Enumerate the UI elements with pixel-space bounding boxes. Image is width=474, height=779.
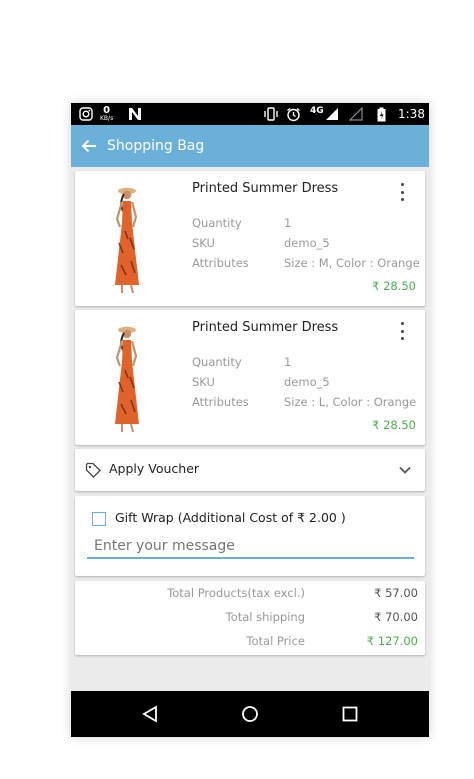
quantity-value: 1 [284, 216, 292, 230]
gift-message-input[interactable] [87, 535, 414, 559]
quantity-value: 1 [284, 355, 292, 369]
total-products-row: Total Products(tax excl.) ₹ 57.00 [75, 586, 425, 604]
instagram-icon [79, 103, 93, 125]
total-products-label: Total Products(tax excl.) [167, 586, 305, 600]
cart-item: Printed Summer Dress Quantity 1 SKU demo… [75, 310, 425, 445]
total-products-value: ₹ 57.00 [374, 586, 418, 600]
product-name[interactable]: Printed Summer Dress [192, 320, 338, 335]
vibrate-icon [263, 103, 279, 125]
tag-icon [85, 462, 101, 478]
nav-back-icon[interactable] [141, 705, 159, 723]
n-notification-icon [127, 103, 143, 125]
total-price-row: Total Price ₹ 127.00 [75, 634, 425, 652]
nav-recents-icon[interactable] [341, 705, 359, 723]
cart-item: Printed Summer Dress Quantity 1 SKU demo… [75, 171, 425, 306]
app-bar: Shopping Bag [71, 125, 429, 167]
network-type: 4G [310, 105, 324, 116]
item-price: ₹ 28.50 [372, 418, 416, 432]
product-image[interactable] [103, 183, 153, 295]
total-price-value: ₹ 127.00 [366, 634, 418, 648]
system-nav-bar [71, 691, 429, 737]
product-image[interactable] [103, 322, 153, 434]
more-options-icon[interactable] [397, 183, 407, 201]
total-shipping-value: ₹ 70.00 [374, 610, 418, 624]
total-shipping-row: Total shipping ₹ 70.00 [75, 610, 425, 628]
battery-icon [377, 103, 386, 125]
item-price: ₹ 28.50 [372, 279, 416, 293]
attributes-label: Attributes [192, 256, 249, 270]
nav-home-icon[interactable] [241, 705, 259, 723]
sku-value: demo_5 [284, 236, 330, 250]
product-name[interactable]: Printed Summer Dress [192, 181, 338, 196]
sku-value: demo_5 [284, 375, 330, 389]
chevron-down-icon[interactable] [399, 465, 411, 475]
clock: 1:38 [398, 107, 425, 121]
apply-voucher-label: Apply Voucher [109, 461, 200, 476]
sku-label: SKU [192, 236, 215, 250]
apply-voucher-row[interactable]: Apply Voucher [75, 449, 425, 491]
net-speed-indicator: 0 KB/s [100, 103, 113, 125]
page-title: Shopping Bag [107, 138, 205, 154]
gift-wrap-checkbox[interactable] [92, 512, 106, 526]
total-shipping-label: Total shipping [225, 610, 305, 624]
order-totals: Total Products(tax excl.) ₹ 57.00 Total … [75, 581, 425, 655]
sku-label: SKU [192, 375, 215, 389]
quantity-label: Quantity [192, 355, 242, 369]
status-bar: 0 KB/s 4G 1:38 [71, 103, 429, 125]
net-speed-unit: KB/s [100, 115, 114, 122]
back-arrow-icon [81, 139, 96, 153]
total-price-label: Total Price [246, 634, 305, 648]
attributes-value: Size : L, Color : Orange [284, 395, 417, 409]
more-options-icon[interactable] [397, 322, 407, 340]
back-button[interactable] [71, 125, 107, 167]
alarm-icon [286, 103, 301, 125]
gift-wrap-label: Gift Wrap (Additional Cost of ₹ 2.00 ) [115, 510, 346, 525]
gift-wrap-section: Gift Wrap (Additional Cost of ₹ 2.00 ) [75, 496, 425, 576]
attributes-value: Size : M, Color : Orange [284, 256, 420, 270]
attributes-label: Attributes [192, 395, 249, 409]
signal-empty-icon [349, 103, 363, 125]
signal-icon: 4G [310, 103, 339, 125]
phone-screen: 0 KB/s 4G 1:38 Shopping Bag Printed Summ… [71, 103, 429, 737]
quantity-label: Quantity [192, 216, 242, 230]
